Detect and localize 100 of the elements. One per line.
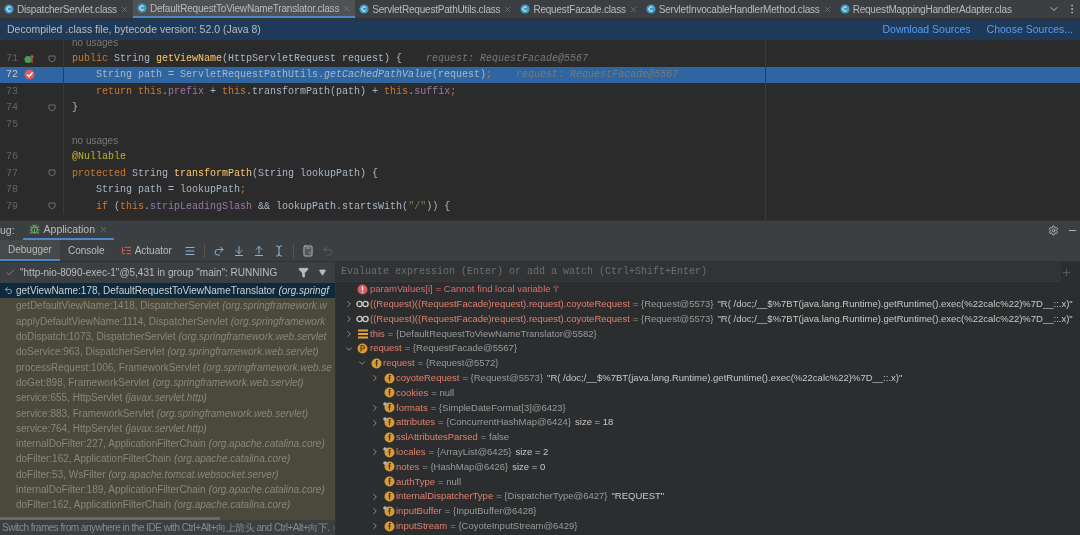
editor-tab[interactable]: ServletInvocableHandlerMethod.class [641,0,836,18]
variable-value: = {SimpleDateFormat[3]@6423} [430,400,566,415]
class-icon [4,4,14,14]
class-icon [839,4,850,14]
variable-name[interactable]: paramValues[i] [370,282,433,297]
variable-value: = {Request@5573} [632,311,714,326]
f-circle-icon [382,461,395,473]
variable-name[interactable]: notes [396,459,420,475]
inline-value-hint: request: RequestFacade@5567 [516,68,679,83]
variable-name[interactable]: authType [396,474,436,489]
code-token: String [114,52,152,67]
variable-name[interactable]: coyoteRequest [396,371,460,386]
f-circle-icon [382,505,395,517]
variable-name[interactable]: request [383,356,415,371]
glasses-icon [356,315,369,323]
f-circle-icon [382,387,395,399]
line-number: 72 [5,68,18,83]
f-circle-icon [382,372,395,384]
code-token: .transformPath(path) + [246,84,380,99]
add-icon[interactable] [1061,266,1072,278]
class-icon [359,4,370,14]
variable-detail: size = 0 [512,459,546,474]
variable-value: = {Request@5572} [417,356,499,371]
variable-name[interactable]: formats [396,400,428,415]
code-token: (request) [432,68,487,83]
debugger-tab[interactable]: Console [59,240,113,261]
variable-value: = {RequestFacade@5567} [404,341,518,356]
class-icon [136,3,147,13]
variable-name[interactable]: internalDispatcherType [396,489,494,504]
override-marker-icon[interactable] [24,53,34,64]
code-token: this [222,84,247,99]
menu-icon[interactable] [183,244,196,257]
line-number: 73 [5,84,18,99]
variable-name[interactable]: inputStream [396,519,448,534]
check-icon [5,267,16,278]
debugger-tab[interactable]: Debugger [0,240,60,261]
code-token: String path = ServletRequestPathUtils. [95,68,325,83]
editor-tab[interactable]: DefaultRequestToViewNameTranslator.class [132,0,356,18]
banner-link[interactable]: Choose Sources... [986,21,1073,38]
variable-name[interactable]: cookies [396,385,429,401]
editor-tab[interactable]: ServletRequestPathUtils.class [355,0,517,18]
banner-link[interactable]: Download Sources [882,21,971,38]
variable-value: = {DefaultRequestToViewNameTranslator@5582} [387,326,597,341]
code-token: . [144,199,151,214]
code-token: suffix [414,84,451,99]
code-token: } [72,101,78,116]
variable-name[interactable]: ((Request)((RequestFacade)request).request).coyoteRequest [370,297,630,312]
stack-frame[interactable]: getViewName:178, DefaultRequestToViewNameTranslator (org.springf [0,283,335,299]
code-token: protected [72,166,127,181]
code-token: && lookupPath.startsWith( [257,199,409,214]
curved-arrow-icon[interactable] [212,244,225,257]
variable-value: = {Request@5573} [462,371,544,386]
code-token: . [408,84,415,99]
settings-icon[interactable] [1048,225,1059,236]
dropdown-caret-icon[interactable] [319,269,326,276]
variable-name[interactable]: attributes [396,415,436,430]
f-circle-icon [382,402,395,414]
variable-name[interactable]: inputBuffer [396,504,442,519]
fold-marker-icon[interactable] [47,202,56,211]
f-circle-icon [382,417,395,429]
variable-detail: "R( /doc;/__$%7BT(java.lang.Runtime).getRuntime().exec(%22calc%22)%7D__::.x)" [547,371,903,386]
trace-icon[interactable] [321,244,334,257]
fold-marker-icon[interactable] [47,169,56,178]
variable-value: = null [438,474,462,489]
editor-tab[interactable]: RequestMappingHandlerAdapter.clas [835,0,1016,18]
code-token: ; [450,84,457,99]
code-token: ; [240,183,247,198]
code-token: (String lookupPath) { [252,166,379,181]
editor-tab[interactable]: DispatcherServlet.class [0,0,133,18]
code-token: public [72,52,109,67]
banner-text: Decompiled .class file, bytecode version: 52.0 (Java 8) [7,21,261,37]
filter-icon[interactable] [298,267,309,278]
fold-marker-icon[interactable] [47,103,56,112]
variable-name[interactable]: ((Request)((RequestFacade)request).request).coyoteRequest [370,311,630,327]
variable-name[interactable]: sslAttributesParsed [396,430,478,445]
calculator-icon[interactable] [301,244,314,257]
variable-name[interactable]: this [370,326,385,341]
breakpoint-icon[interactable] [23,69,35,81]
bug-icon [28,224,40,235]
up-arrow-icon[interactable] [252,244,265,257]
variable-detail: "REQUEST" [611,489,665,504]
code-token: + [209,84,218,99]
code-token: if [95,199,109,214]
line-number: 76 [5,150,18,165]
code-token: stripLeadingSlash [150,199,253,214]
fold-marker-icon[interactable] [47,54,56,63]
variable-value: = {ArrayList@6425} [428,445,512,460]
panel-title: ug: [0,222,15,238]
debugger-tab[interactable]: Actuator [112,240,180,261]
line-number: 78 [5,183,18,198]
code-token: ( [114,199,121,214]
variable-name[interactable]: request [370,341,402,356]
variable-value: = {ConcurrentHashMap@6424} [438,415,572,430]
editor-tab[interactable]: RequestFacade.class [516,0,642,18]
down-arrow-icon[interactable] [232,244,245,257]
usage-hint[interactable]: no usages [72,133,119,149]
variable-detail: size = 2 [515,445,549,460]
variable-name[interactable]: locales [396,445,426,460]
line-number: 75 [5,117,18,132]
usage-hint[interactable]: no usages [72,40,119,50]
